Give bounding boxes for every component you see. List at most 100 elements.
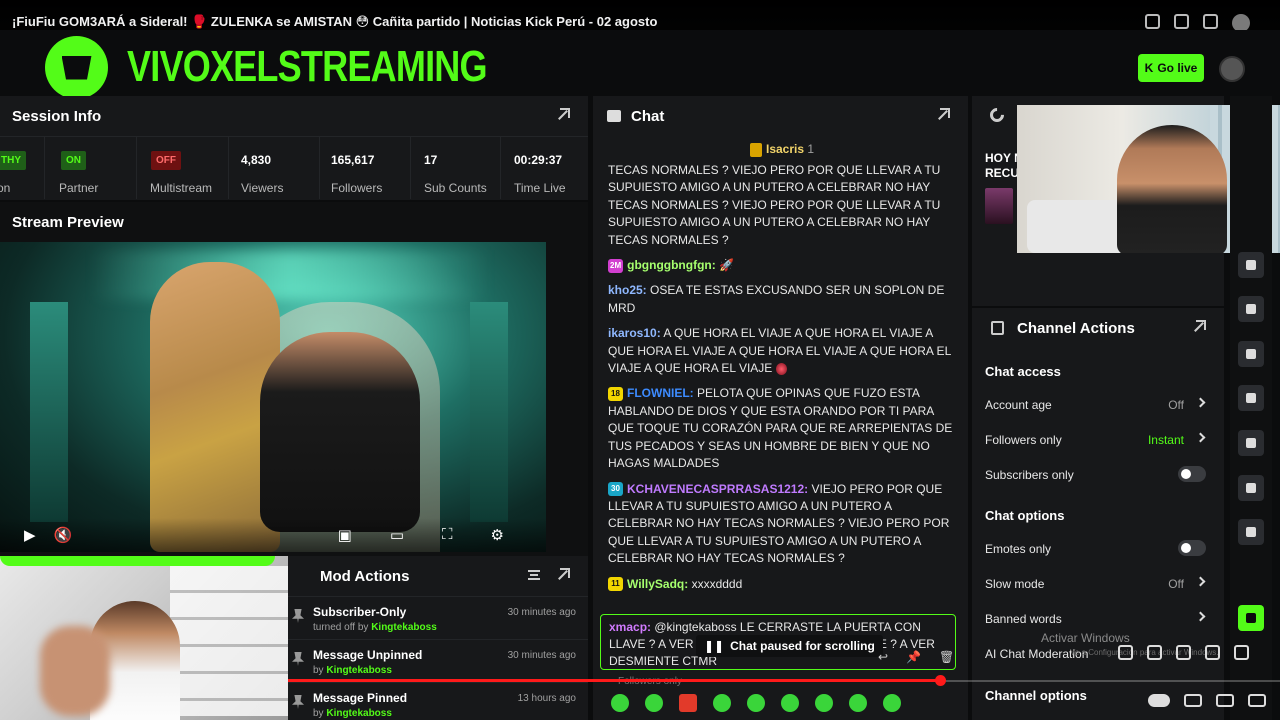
share-nodes-icon[interactable] xyxy=(1238,519,1264,545)
bookmark-icon[interactable] xyxy=(1203,14,1218,29)
mute-icon[interactable]: 🔇 xyxy=(54,526,73,544)
emotes-only-row: Emotes only xyxy=(985,540,1210,556)
pause-icon: ❚❚ xyxy=(704,639,725,653)
mod-action-item[interactable]: Subscriber-Only turned off by Kingtekabo… xyxy=(288,596,588,639)
theater-icon[interactable]: ▭ xyxy=(390,526,404,544)
mod-action-time: 30 minutes ago xyxy=(507,650,576,661)
viewers-count: 4,830 xyxy=(241,153,272,167)
stream-video[interactable]: ▶ 🔇 ▣ ▭ ⛶ ⚙ xyxy=(0,242,546,552)
broadcast-icon[interactable] xyxy=(1238,385,1264,411)
account-age-row[interactable]: Account age Off xyxy=(985,397,1210,412)
like-icon[interactable] xyxy=(1118,645,1133,660)
username[interactable]: FLOWNIEL: xyxy=(627,386,694,400)
expand-icon[interactable] xyxy=(556,108,570,122)
video-progress-bar[interactable] xyxy=(288,675,946,686)
go-live-button[interactable]: K Go live xyxy=(1138,54,1204,82)
expand-icon[interactable] xyxy=(556,568,570,582)
chat-message[interactable]: TECAS NORMALES ? VIEJO PERO POR QUE LLEV… xyxy=(608,162,953,249)
username[interactable]: ikaros10: xyxy=(608,326,661,340)
expand-icon[interactable] xyxy=(1192,320,1206,334)
subs-count: 17 xyxy=(424,153,438,167)
fullscreen-icon[interactable] xyxy=(1248,694,1266,707)
username[interactable]: KCHAVENECASPRRASAS1212: xyxy=(627,482,808,496)
chat-message[interactable]: 30 KCHAVENECASPRRASAS1212: VIEJO PERO POR… xyxy=(608,481,953,568)
pin-icon[interactable]: 📌 xyxy=(906,650,921,664)
captions-icon[interactable] xyxy=(1184,694,1202,707)
emote-icon[interactable] xyxy=(781,694,799,712)
reply-icon[interactable]: ↩ xyxy=(878,650,888,664)
kick-app-icon[interactable] xyxy=(1238,605,1264,631)
paused-text: Chat paused for scrolling xyxy=(730,639,875,653)
status-badge[interactable]: THY xyxy=(0,151,26,170)
channel-logo[interactable] xyxy=(45,36,108,99)
moderator-name[interactable]: Kingtekaboss xyxy=(326,665,392,676)
partner-badge[interactable]: ON xyxy=(61,151,86,170)
chat-paused-banner[interactable]: ❚❚ Chat paused for scrolling xyxy=(696,635,883,657)
settings-icon[interactable]: ⚙ xyxy=(491,526,504,544)
chat-message[interactable]: kho25: OSEA TE ESTAS EXCUSANDO SER UN SO… xyxy=(608,282,953,317)
emotes-only-toggle[interactable] xyxy=(1178,540,1206,556)
share-icon[interactable] xyxy=(1205,645,1220,660)
layout-icon[interactable] xyxy=(1238,430,1264,456)
user-avatar[interactable] xyxy=(1219,56,1245,82)
chat-message[interactable]: 11 WillySadq: xxxxdddd xyxy=(608,576,953,593)
promo-thumbnail[interactable] xyxy=(985,188,1013,224)
mod-action-by: turned off by Kingtekaboss xyxy=(313,622,576,633)
chevron-right-icon xyxy=(1195,611,1206,622)
filter-icon[interactable] xyxy=(528,570,540,580)
more-icon[interactable] xyxy=(1234,645,1249,660)
username[interactable]: WillySadq: xyxy=(627,577,688,591)
autoplay-toggle[interactable] xyxy=(1148,694,1170,707)
subscribers-only-toggle[interactable] xyxy=(1178,466,1206,482)
pip-icon[interactable]: ▣ xyxy=(338,526,352,544)
banned-words-row[interactable]: Banned words xyxy=(985,611,1210,626)
username[interactable]: xmacp: xyxy=(609,620,651,634)
wrench-icon[interactable] xyxy=(1238,475,1264,501)
stat-label: Viewers xyxy=(241,181,284,195)
settings-icon[interactable] xyxy=(1216,694,1234,707)
chat-header: Chat xyxy=(593,96,968,136)
mod-action-item[interactable]: Message Pinned by Kingtekaboss 13 hours … xyxy=(288,682,588,720)
moderator-name[interactable]: Kingtekaboss xyxy=(326,708,392,719)
emote-icon[interactable] xyxy=(713,694,731,712)
go-live-label: Go live xyxy=(1157,61,1198,75)
multistream-badge[interactable]: OFF xyxy=(151,151,181,170)
share-icon[interactable] xyxy=(1174,14,1189,29)
emote-icon[interactable] xyxy=(883,694,901,712)
slow-mode-row[interactable]: Slow mode Off xyxy=(985,576,1210,591)
pinned-user[interactable]: Isacris 1 xyxy=(750,142,814,157)
section-title: Chat options xyxy=(985,508,1065,523)
trash-icon[interactable]: 🗑 xyxy=(939,650,954,664)
chat-bubble-icon[interactable] xyxy=(1238,341,1264,367)
panel-title: Channel Actions xyxy=(1017,319,1135,337)
lightning-icon[interactable] xyxy=(1238,252,1264,278)
mod-action-time: 30 minutes ago xyxy=(507,607,576,618)
mod-action-item[interactable]: Message Unpinned by Kingtekaboss 30 minu… xyxy=(288,639,588,682)
moderator-name[interactable]: Kingtekaboss xyxy=(371,622,437,633)
notes-icon[interactable] xyxy=(1238,296,1264,322)
followers-only-row[interactable]: Followers only Instant xyxy=(985,432,1210,447)
dislike-icon[interactable] xyxy=(1147,645,1162,660)
emote-icon[interactable] xyxy=(747,694,765,712)
emote-icon[interactable] xyxy=(679,694,697,712)
video-progress-remaining[interactable] xyxy=(946,680,1280,682)
chat-message[interactable]: 2M gbgnggbngfgn: 🚀 xyxy=(608,257,953,274)
play-icon[interactable]: ▶ xyxy=(24,526,36,544)
username[interactable]: kho25: xyxy=(608,283,647,297)
heart-emote-icon xyxy=(776,362,788,375)
chat-message[interactable]: ikaros10: A QUE HORA EL VIAJE A QUE HORA… xyxy=(608,325,953,377)
emote-icon[interactable] xyxy=(815,694,833,712)
stat-label: Sub Counts xyxy=(424,181,487,195)
emote-icon[interactable] xyxy=(849,694,867,712)
comment-icon[interactable] xyxy=(1176,645,1191,660)
expand-icon[interactable] xyxy=(936,108,950,122)
wrench-icon[interactable] xyxy=(987,105,1007,125)
emote-icon[interactable] xyxy=(645,694,663,712)
video-title[interactable]: ¡FiuFiu GOM3ARÁ a Sideral! 🥊 ZULENKA se … xyxy=(12,14,657,30)
chat-message[interactable]: 18 FLOWNIEL: PELOTA QUE OPINAS QUE FUZO E… xyxy=(608,385,953,472)
emote-icon[interactable] xyxy=(611,694,629,712)
fullscreen-icon[interactable]: ⛶ xyxy=(442,526,453,544)
row-value: Off xyxy=(1168,577,1184,591)
watch-later-icon[interactable] xyxy=(1145,14,1160,29)
username[interactable]: gbgnggbngfgn: xyxy=(627,258,716,272)
